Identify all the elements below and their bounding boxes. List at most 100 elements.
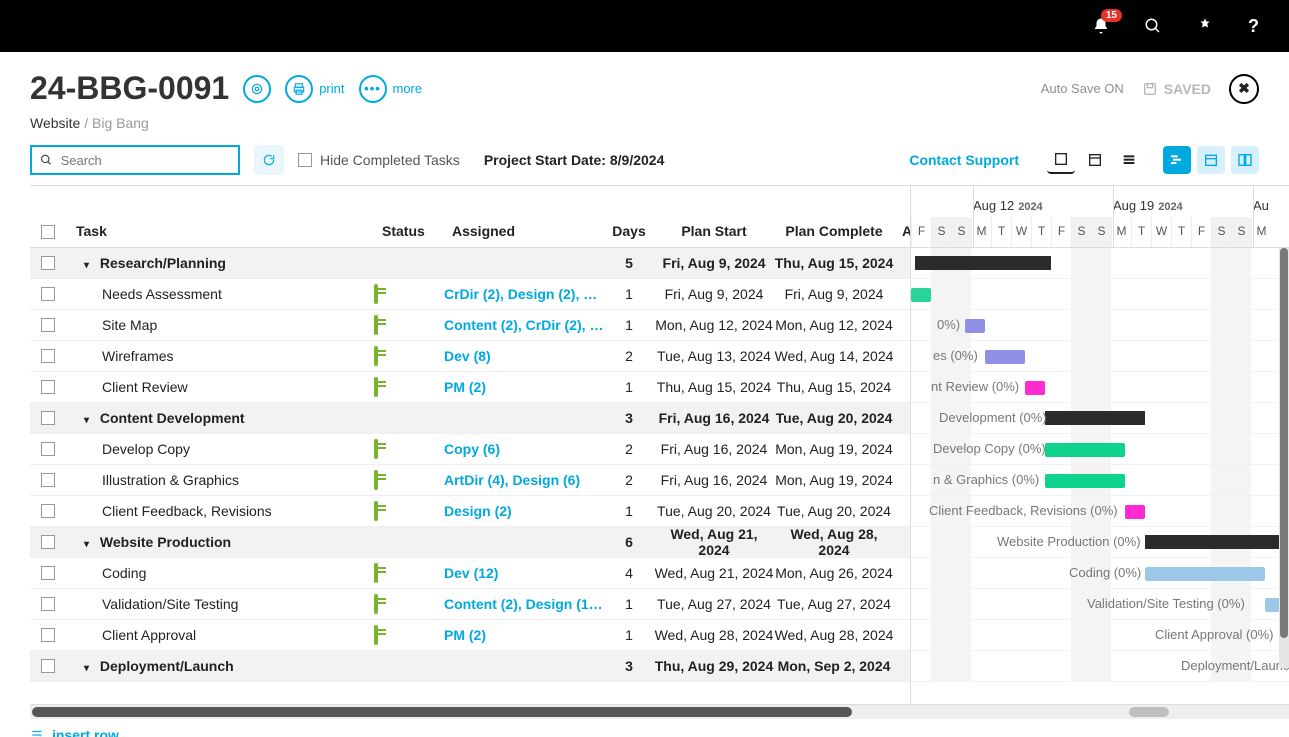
- collapse-toggle[interactable]: ▾: [84, 415, 96, 426]
- select-all-checkbox[interactable]: [41, 225, 55, 239]
- table-row[interactable]: Client Feedback, RevisionsDesign (2)1Tue…: [30, 496, 910, 527]
- days-cell[interactable]: 1: [604, 286, 654, 302]
- refresh-title-button[interactable]: [243, 75, 271, 103]
- view-mode-2[interactable]: [1081, 146, 1109, 174]
- plan-complete-cell[interactable]: Mon, Sep 2, 2024: [774, 658, 894, 674]
- plan-complete-cell[interactable]: Wed, Aug 14, 2024: [774, 348, 894, 364]
- table-row[interactable]: CodingDev (12)4Wed, Aug 21, 2024Mon, Aug…: [30, 558, 910, 589]
- gantt-row[interactable]: Development (0%): [911, 403, 1289, 434]
- plan-complete-cell[interactable]: Mon, Aug 12, 2024: [774, 317, 894, 333]
- col-a[interactable]: A: [894, 223, 910, 247]
- table-row[interactable]: Client ApprovalPM (2)1Wed, Aug 28, 2024W…: [30, 620, 910, 651]
- plan-complete-cell[interactable]: Mon, Aug 19, 2024: [774, 441, 894, 457]
- table-row[interactable]: Develop CopyCopy (6)2Fri, Aug 16, 2024Mo…: [30, 434, 910, 465]
- hide-completed-toggle[interactable]: Hide Completed Tasks: [298, 152, 460, 168]
- add-icon[interactable]: [1196, 17, 1214, 35]
- calendar-icon[interactable]: [374, 315, 378, 335]
- days-cell[interactable]: 2: [604, 441, 654, 457]
- gantt-row[interactable]: Client Approval (0%): [911, 620, 1289, 651]
- assigned-link[interactable]: CrDir (2), Design (2), PM: [444, 286, 604, 302]
- row-checkbox[interactable]: [41, 318, 55, 332]
- days-cell[interactable]: 2: [604, 348, 654, 364]
- gantt-row[interactable]: Client Feedback, Revisions (0%): [911, 496, 1289, 527]
- table-row[interactable]: ▾ Deployment/Launch3Thu, Aug 29, 2024Mon…: [30, 651, 910, 682]
- plan-complete-cell[interactable]: Thu, Aug 15, 2024: [774, 255, 894, 271]
- refresh-grid-button[interactable]: [254, 145, 284, 175]
- days-cell[interactable]: 5: [604, 255, 654, 271]
- insert-row-button[interactable]: insert row: [0, 719, 1289, 737]
- plan-start-cell[interactable]: Thu, Aug 15, 2024: [654, 379, 774, 395]
- table-row[interactable]: Illustration & GraphicsArtDir (4), Desig…: [30, 465, 910, 496]
- gantt-bar[interactable]: [1145, 567, 1265, 581]
- contact-support-link[interactable]: Contact Support: [909, 152, 1019, 168]
- row-checkbox[interactable]: [41, 442, 55, 456]
- calendar-icon[interactable]: [374, 284, 378, 304]
- gantt-view-button[interactable]: [1163, 146, 1191, 174]
- plan-start-cell[interactable]: Tue, Aug 13, 2024: [654, 348, 774, 364]
- row-checkbox[interactable]: [41, 566, 55, 580]
- plan-complete-cell[interactable]: Tue, Aug 20, 2024: [774, 410, 894, 426]
- table-row[interactable]: ▾ Website Production6Wed, Aug 21, 2024We…: [30, 527, 910, 558]
- calendar-icon[interactable]: [374, 439, 378, 459]
- gantt-row[interactable]: Deployment/Launch (: [911, 651, 1289, 682]
- plan-start-cell[interactable]: Fri, Aug 9, 2024: [654, 286, 774, 302]
- table-row[interactable]: ▾ Content Development3Fri, Aug 16, 2024T…: [30, 403, 910, 434]
- plan-complete-cell[interactable]: Thu, Aug 15, 2024: [774, 379, 894, 395]
- search-box[interactable]: [30, 145, 240, 175]
- plan-start-cell[interactable]: Tue, Aug 27, 2024: [654, 596, 774, 612]
- gantt-bar[interactable]: [965, 319, 985, 333]
- plan-start-cell[interactable]: Fri, Aug 16, 2024: [654, 472, 774, 488]
- days-cell[interactable]: 3: [604, 658, 654, 674]
- breadcrumb-root[interactable]: Website: [30, 115, 80, 131]
- plan-start-cell[interactable]: Wed, Aug 21, 2024: [654, 526, 774, 558]
- row-checkbox[interactable]: [41, 411, 55, 425]
- help-icon[interactable]: ?: [1248, 16, 1259, 37]
- calendar-icon[interactable]: [374, 470, 378, 490]
- plan-start-cell[interactable]: Fri, Aug 16, 2024: [654, 410, 774, 426]
- plan-start-cell[interactable]: Thu, Aug 29, 2024: [654, 658, 774, 674]
- row-checkbox[interactable]: [41, 504, 55, 518]
- days-cell[interactable]: 6: [604, 534, 654, 550]
- view-mode-1[interactable]: [1047, 146, 1075, 174]
- days-cell[interactable]: 4: [604, 565, 654, 581]
- table-row[interactable]: Needs AssessmentCrDir (2), Design (2), P…: [30, 279, 910, 310]
- split-view-button[interactable]: [1231, 146, 1259, 174]
- gantt-bar[interactable]: [911, 288, 931, 302]
- gantt-row[interactable]: Validation/Site Testing (0%): [911, 589, 1289, 620]
- gantt-bar[interactable]: [1145, 535, 1289, 549]
- collapse-toggle[interactable]: ▾: [84, 663, 96, 674]
- plan-start-cell[interactable]: Mon, Aug 12, 2024: [654, 317, 774, 333]
- plan-complete-cell[interactable]: Tue, Aug 27, 2024: [774, 596, 894, 612]
- days-cell[interactable]: 1: [604, 379, 654, 395]
- close-button[interactable]: ✖: [1229, 74, 1259, 104]
- col-status[interactable]: Status: [374, 223, 444, 247]
- table-row[interactable]: Client ReviewPM (2)1Thu, Aug 15, 2024Thu…: [30, 372, 910, 403]
- plan-complete-cell[interactable]: Mon, Aug 19, 2024: [774, 472, 894, 488]
- gantt-bar[interactable]: [1125, 505, 1145, 519]
- col-assigned[interactable]: Assigned: [444, 223, 604, 247]
- assigned-link[interactable]: PM (2): [444, 627, 604, 643]
- gantt-row[interactable]: Develop Copy (0%): [911, 434, 1289, 465]
- more-button[interactable]: ••• more: [359, 75, 423, 103]
- gantt-row[interactable]: [911, 279, 1289, 310]
- horizontal-scrollbar[interactable]: [30, 705, 1289, 719]
- assigned-link[interactable]: Dev (12): [444, 565, 604, 581]
- table-row[interactable]: WireframesDev (8)2Tue, Aug 13, 2024Wed, …: [30, 341, 910, 372]
- row-checkbox[interactable]: [41, 628, 55, 642]
- col-days[interactable]: Days: [604, 223, 654, 247]
- row-checkbox[interactable]: [41, 659, 55, 673]
- col-plan-complete[interactable]: Plan Complete: [774, 223, 894, 247]
- calendar-icon[interactable]: [374, 377, 378, 397]
- row-checkbox[interactable]: [41, 380, 55, 394]
- table-row[interactable]: Validation/Site TestingContent (2), Desi…: [30, 589, 910, 620]
- calendar-icon[interactable]: [374, 625, 378, 645]
- row-checkbox[interactable]: [41, 256, 55, 270]
- plan-start-cell[interactable]: Fri, Aug 16, 2024: [654, 441, 774, 457]
- days-cell[interactable]: 1: [604, 317, 654, 333]
- gantt-row[interactable]: n & Graphics (0%): [911, 465, 1289, 496]
- calendar-icon[interactable]: [374, 594, 378, 614]
- row-checkbox[interactable]: [41, 597, 55, 611]
- gantt-bar[interactable]: [915, 256, 1051, 270]
- assigned-link[interactable]: PM (2): [444, 379, 604, 395]
- days-cell[interactable]: 1: [604, 503, 654, 519]
